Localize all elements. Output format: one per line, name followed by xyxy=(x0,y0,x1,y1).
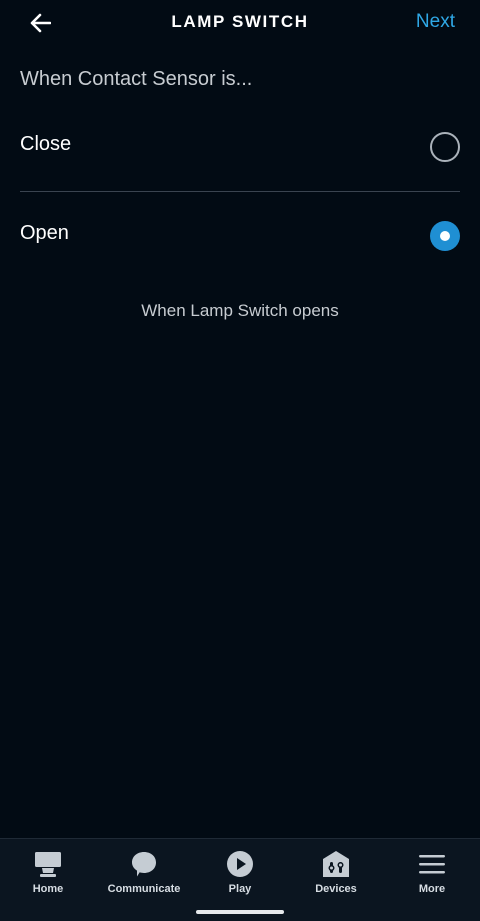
nav-item-more[interactable]: More xyxy=(384,839,480,909)
option-label: Close xyxy=(20,133,72,155)
screen: LAMP SWITCH Next When Contact Sensor is.… xyxy=(0,0,480,921)
communicate-icon xyxy=(132,852,156,877)
nav-label-devices: Devices xyxy=(315,883,357,895)
devices-icon xyxy=(323,851,349,877)
nav-item-play[interactable]: Play xyxy=(192,839,288,909)
option-close[interactable]: Close xyxy=(0,117,480,177)
more-icon xyxy=(419,855,445,874)
header: LAMP SWITCH Next xyxy=(0,0,480,46)
radio-dot xyxy=(440,231,450,241)
radio-selected[interactable] xyxy=(430,221,460,251)
nav-item-home[interactable]: Home xyxy=(0,839,96,909)
next-button[interactable]: Next xyxy=(416,11,455,33)
nav-label-play: Play xyxy=(228,883,252,895)
play-icon xyxy=(227,851,253,877)
summary-text: When Lamp Switch opens xyxy=(141,301,339,320)
nav-label-more: More xyxy=(418,883,446,895)
prompt-text: When Contact Sensor is... xyxy=(20,68,253,90)
option-label: Open xyxy=(20,222,69,244)
home-icon xyxy=(35,852,61,877)
nav-label-home: Home xyxy=(32,883,64,895)
page-title: LAMP SWITCH xyxy=(171,12,309,31)
divider xyxy=(20,191,460,192)
nav-item-devices[interactable]: Devices xyxy=(288,839,384,909)
option-open[interactable]: Open xyxy=(0,206,480,266)
nav-item-communicate[interactable]: Communicate xyxy=(96,839,192,909)
radio-unselected[interactable] xyxy=(430,132,460,162)
bottom-nav: Home Communicate Play Devices More xyxy=(0,838,480,921)
nav-label-communicate: Communicate xyxy=(107,883,181,895)
home-indicator[interactable] xyxy=(196,910,284,914)
